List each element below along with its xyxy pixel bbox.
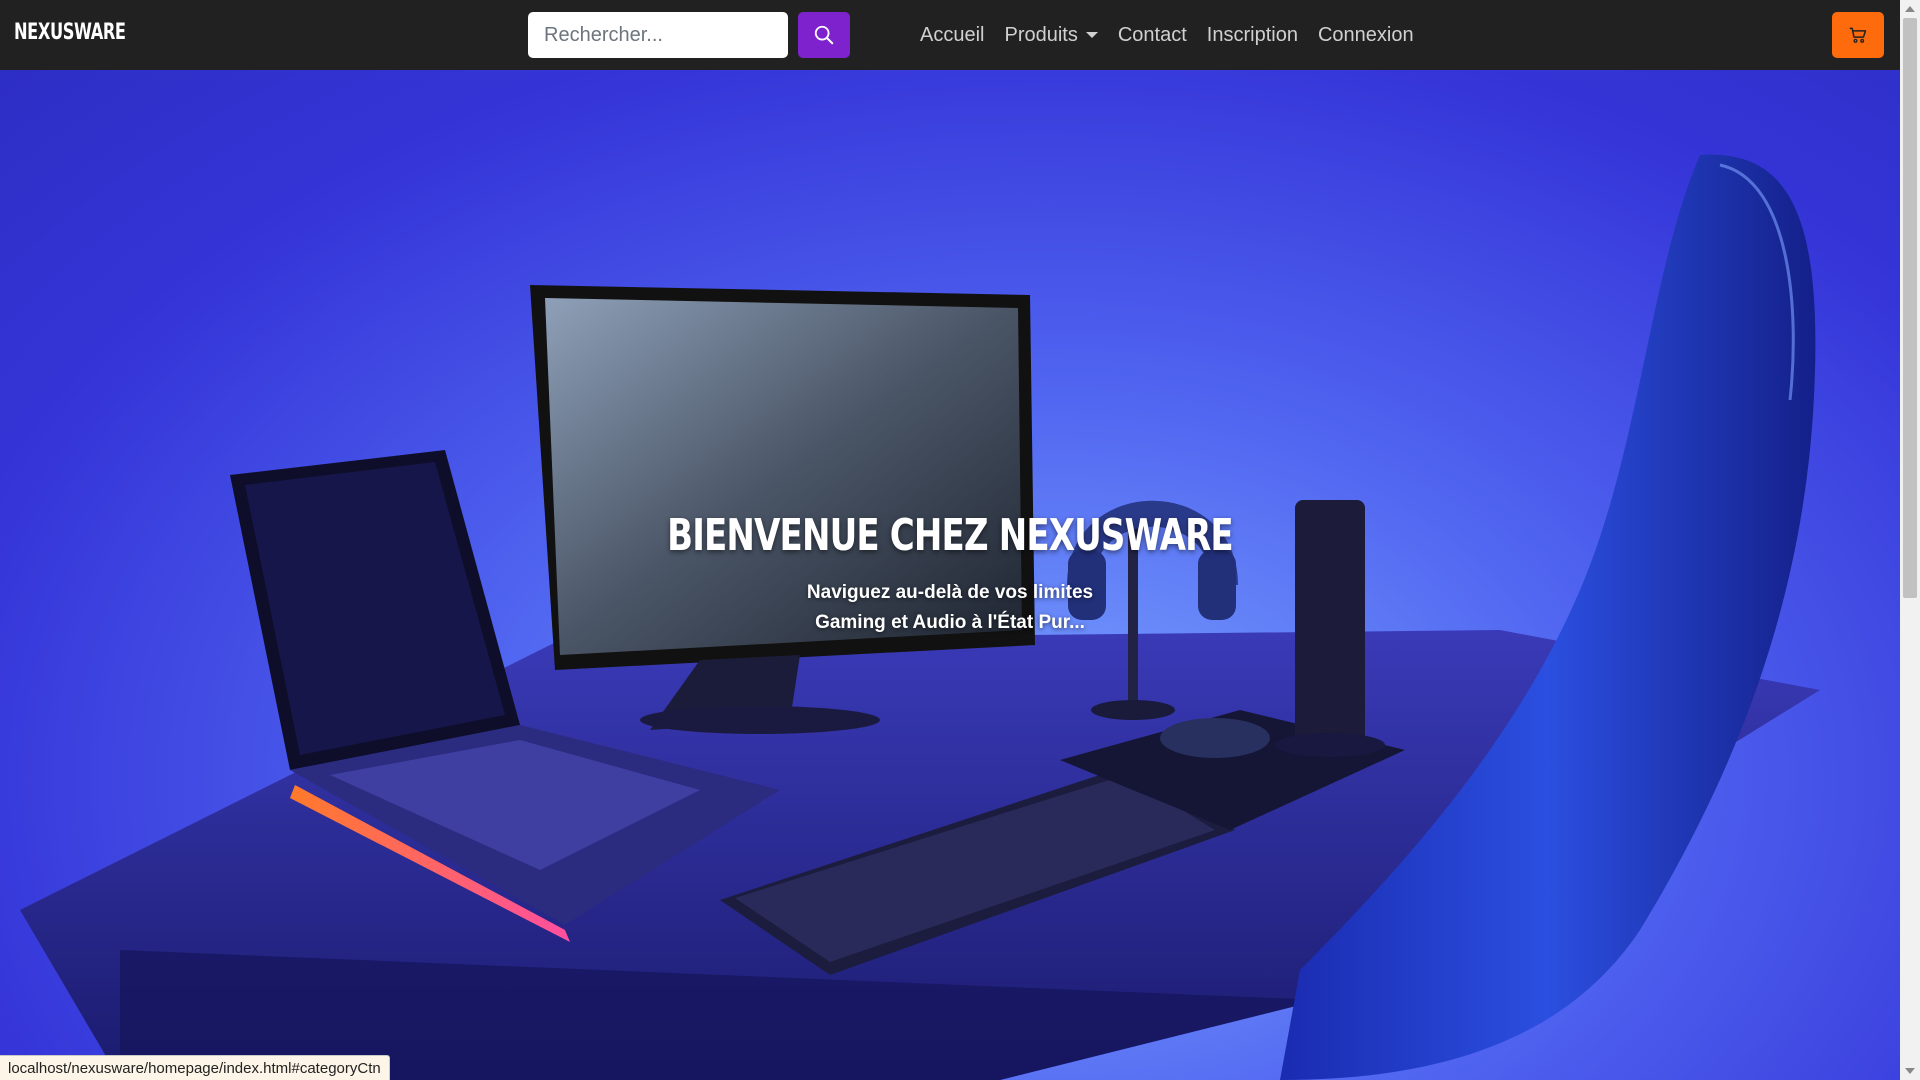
link-status-bar: localhost/nexusware/homepage/index.html#… xyxy=(0,1055,390,1080)
nav-link-connexion[interactable]: Connexion xyxy=(1318,24,1414,47)
search-button[interactable] xyxy=(798,12,850,58)
nav-link-contact[interactable]: Contact xyxy=(1118,24,1187,47)
search-icon xyxy=(814,25,834,45)
hero-subtitle-line-2: Gaming et Audio à l'État Pur... xyxy=(815,612,1085,633)
nav-link-inscription[interactable]: Inscription xyxy=(1207,24,1298,47)
nav-link-produits-label: Produits xyxy=(1004,23,1078,46)
cart-icon xyxy=(1849,27,1867,43)
nav-link-produits-dropdown[interactable]: Produits xyxy=(1004,23,1098,47)
page-scrollbar[interactable] xyxy=(1900,0,1920,1080)
chevron-down-icon xyxy=(1085,32,1098,38)
hero-subtitle-line-1: Naviguez au-delà de vos limites xyxy=(806,582,1094,603)
nav-link-accueil[interactable]: Accueil xyxy=(920,24,984,47)
navbar: NEXUSWARE Accueil Produits Contact Inscr… xyxy=(0,0,1900,70)
nav-links: Accueil Produits Contact Inscription Con… xyxy=(920,0,1414,70)
search-input[interactable] xyxy=(528,12,788,58)
scrollbar-thumb[interactable] xyxy=(1903,18,1917,598)
scroll-down-arrow-icon[interactable] xyxy=(1905,1068,1915,1074)
hero-banner: BIENVENUE CHEZ NEXUSWARE Naviguez au-del… xyxy=(0,70,1900,1080)
cart-button[interactable] xyxy=(1832,12,1884,58)
hero-title: BIENVENUE CHEZ NEXUSWARE xyxy=(667,510,1234,561)
brand-logo[interactable]: NEXUSWARE xyxy=(14,20,126,45)
scroll-up-arrow-icon[interactable] xyxy=(1905,6,1915,12)
hero-background-image xyxy=(20,154,1820,1080)
